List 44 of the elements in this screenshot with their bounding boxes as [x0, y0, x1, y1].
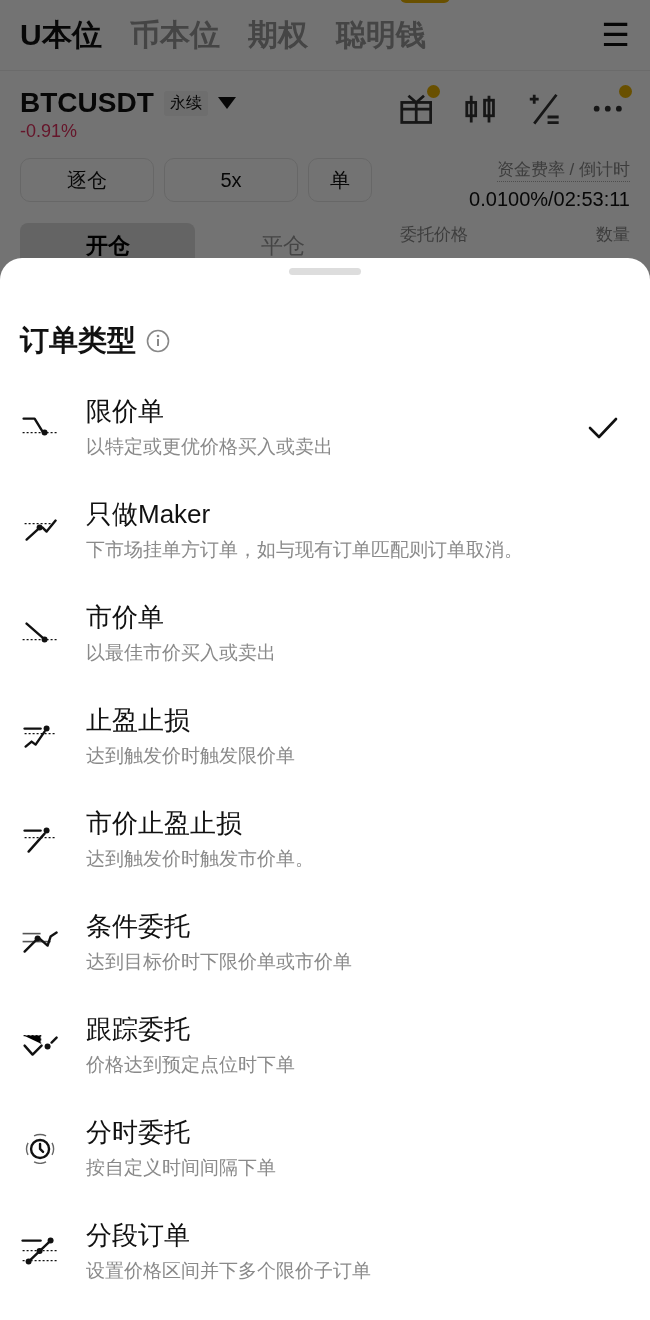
chart-line-icon	[21, 1034, 59, 1057]
option-title[interactable]: 市价止盈止损	[86, 807, 562, 839]
option-description: 价格达到预定点位时下单	[86, 1053, 296, 1077]
chart-line-icon	[21, 417, 59, 438]
option-title[interactable]: 只做Maker	[86, 498, 562, 530]
option-title[interactable]: 跟踪委托	[86, 1013, 562, 1045]
menu-button[interactable]: ☰	[601, 16, 630, 54]
candlestick-icon[interactable]	[464, 93, 496, 125]
option-description: 下市场挂单方订单，如与现有订单匹配则订单取消。	[86, 538, 524, 562]
chart-line-icon	[22, 519, 58, 542]
option-description: 按自定义时间间隔下单	[86, 1156, 277, 1180]
gift-icon[interactable]	[399, 93, 433, 125]
caret-icon[interactable]	[217, 97, 236, 109]
funding-value: 0.0100%/02:53:11	[469, 188, 630, 211]
chart-line-icon	[21, 1236, 59, 1267]
option-title[interactable]: 市价单	[86, 601, 562, 633]
option-title[interactable]: 分段订单	[86, 1219, 562, 1251]
chart-line-icon	[23, 825, 57, 854]
option-description: 以最佳市价买入或卖出	[86, 641, 277, 665]
option-title[interactable]: 条件委托	[86, 910, 562, 942]
margin-button[interactable]: 5x	[164, 158, 298, 202]
drag-handle[interactable]	[289, 268, 361, 275]
option-description: 达到触发价时触发限价单	[86, 744, 296, 768]
more-icon[interactable]	[592, 104, 624, 114]
margin-button[interactable]: 单	[308, 158, 372, 202]
chart-line-icon	[21, 931, 59, 954]
chart-line-icon	[23, 724, 57, 749]
margin-button[interactable]: 逐仓	[20, 158, 154, 202]
clock-icon	[24, 1132, 56, 1165]
option-description: 达到触发价时触发市价单。	[86, 847, 315, 871]
sheet-title: 订单类型	[20, 323, 136, 358]
market-tab[interactable]: U本位	[20, 14, 102, 56]
option-description: 以特定或更优价格买入或卖出	[86, 435, 334, 459]
option-title[interactable]: 限价单	[86, 395, 562, 427]
contract-tag: 永续	[163, 90, 208, 116]
option-title[interactable]: 分时委托	[86, 1116, 562, 1148]
info-icon[interactable]	[146, 329, 170, 353]
option-description: 达到目标价时下限价单或市价单	[86, 950, 353, 974]
price-change: -0.91%	[20, 121, 79, 142]
symbol-name[interactable]: BTCUSDT	[20, 87, 154, 119]
option-description: 设置价格区间并下多个限价子订单	[86, 1259, 372, 1283]
chart-line-icon	[21, 622, 59, 645]
plus-minus-icon[interactable]	[527, 92, 561, 126]
option-title[interactable]: 止盈止损	[86, 704, 562, 736]
